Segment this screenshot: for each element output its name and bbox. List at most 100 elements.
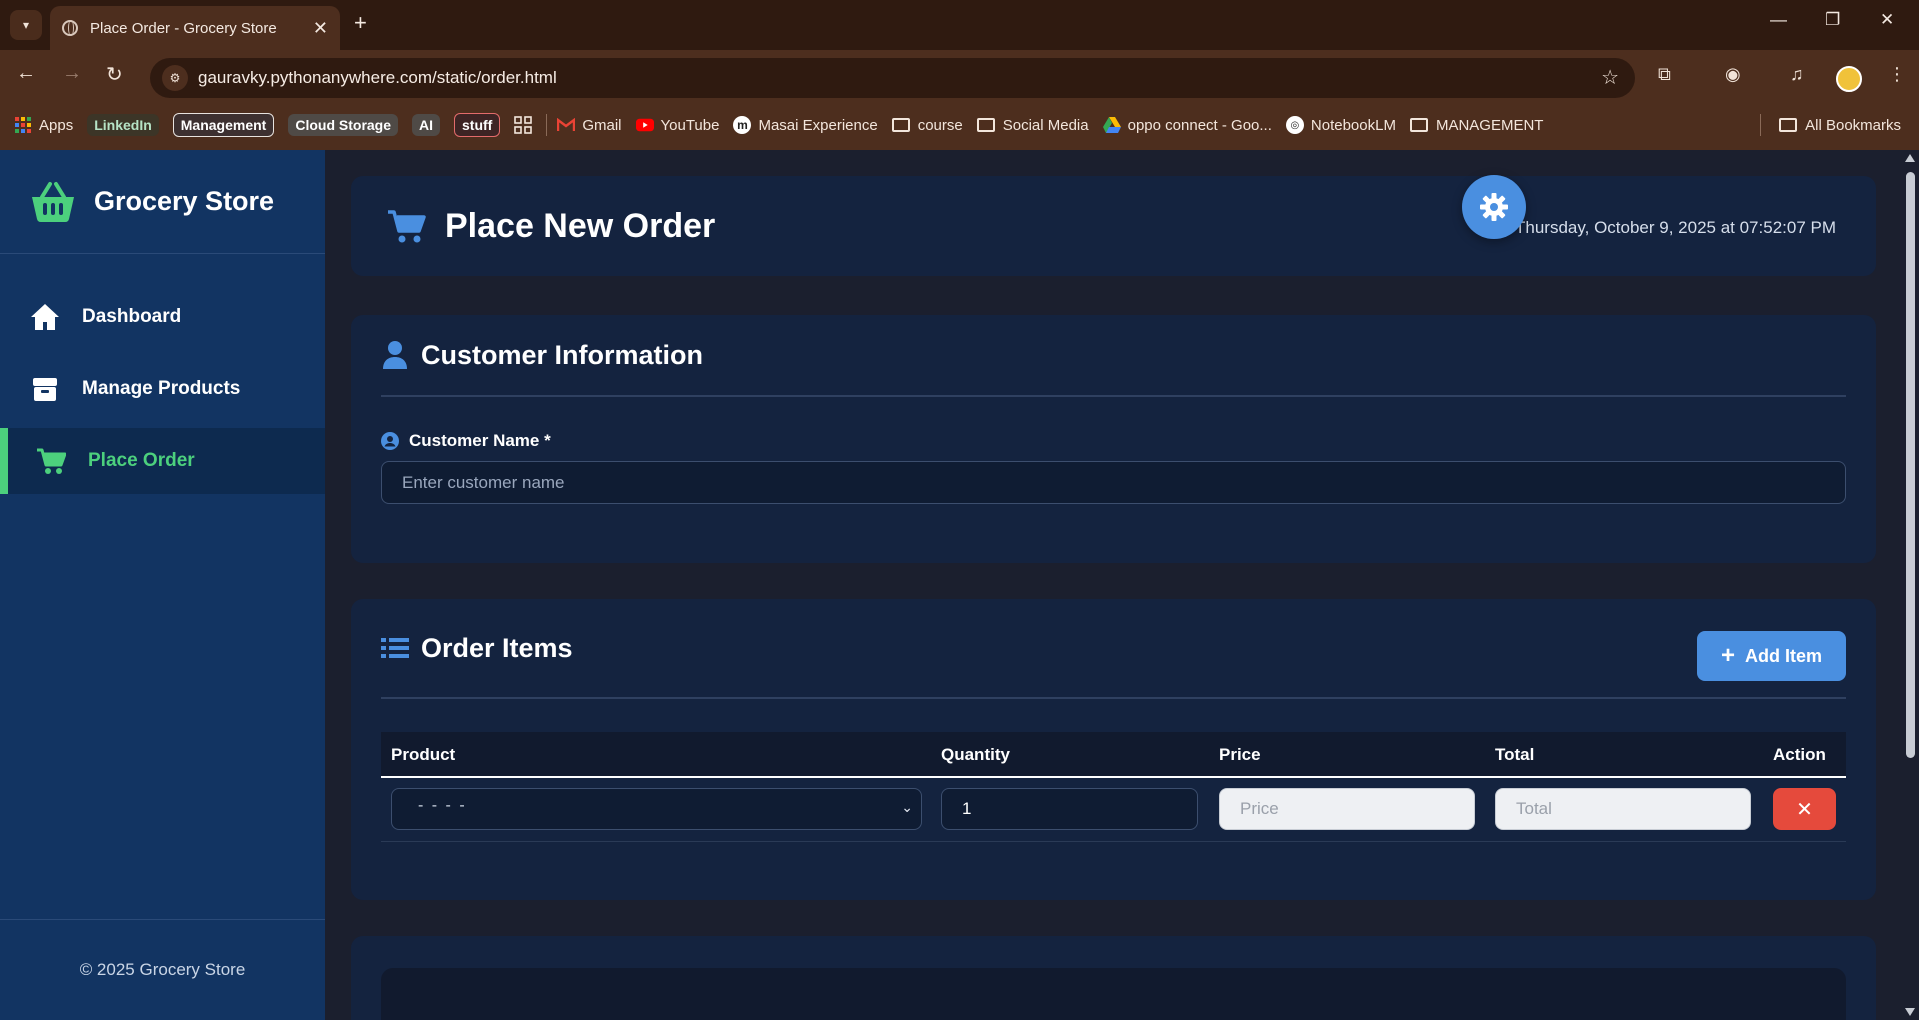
page-scrollbar[interactable] [1902,150,1919,1020]
tab-close-icon[interactable]: ✕ [313,18,328,39]
scrollbar-thumb[interactable] [1906,172,1915,758]
site-info-icon[interactable]: ⚙ [162,65,188,91]
sidebar-item-place-order[interactable]: Place Order [0,428,325,494]
bookmark-management-folder[interactable]: MANAGEMENT [1409,116,1544,134]
bookmark-label: NotebookLM [1310,116,1396,134]
app-viewport: Grocery Store Dashboard Manage Products … [0,150,1919,1020]
profile-avatar[interactable] [1836,66,1862,92]
bookmark-notebooklm[interactable]: ◎ NotebookLM [1285,116,1396,134]
sidebar-item-dashboard[interactable]: Dashboard [0,284,325,350]
bookmark-course[interactable]: course [891,116,963,134]
bookmark-label: Cloud Storage [288,114,399,136]
browser-tab-active[interactable]: Place Order - Grocery Store ✕ [50,6,340,50]
page-title: Place New Order [445,206,716,245]
forward-icon[interactable]: → [62,62,82,85]
bookmark-management[interactable]: Management [172,113,275,137]
bookmark-stuff[interactable]: stuff [454,113,501,137]
extensions-icon[interactable]: ⧉ [1658,64,1671,85]
bookmark-label: Apps [39,116,74,134]
sidebar-nav: Dashboard Manage Products Place Order [0,284,325,494]
all-bookmarks-label: All Bookmarks [1805,116,1901,134]
browser-toolbar: ← → ↻ ⚙ gauravky.pythonanywhere.com/stat… [0,50,1919,100]
bookmark-star-icon[interactable]: ☆ [1601,65,1619,90]
address-bar[interactable]: ⚙ gauravky.pythonanywhere.com/static/ord… [150,58,1635,98]
customer-information-card: Customer Information Customer Name * [351,315,1876,563]
url-text: gauravky.pythonanywhere.com/static/order… [198,68,557,87]
bookmark-ai[interactable]: AI [412,114,441,136]
section-title: Order Items [421,632,573,663]
apps-grid-icon [14,116,32,134]
bookmark-oppo-connect[interactable]: oppo connect - Goo... [1102,116,1272,134]
section-title: Customer Information [421,339,704,370]
screenshot-icon[interactable]: ◉ [1725,64,1741,85]
order-items-section-header: Order Items [381,599,1846,699]
customer-section-header: Customer Information [381,315,1846,397]
bookmark-apps[interactable]: Apps [14,116,73,134]
bookmark-linkedin[interactable]: LinkedIn [87,114,159,136]
folder-icon [1779,118,1798,132]
browser-tab-bar: ▾ Place Order - Grocery Store ✕ + — ❐ ✕ [0,0,1919,50]
close-icon: ✕ [1796,798,1813,821]
quantity-input[interactable] [941,788,1198,830]
media-control-icon[interactable]: ♫ [1790,64,1804,85]
reload-icon[interactable]: ↻ [106,62,123,87]
bookmark-label: AI [412,114,441,136]
main-content: Place New Order Thursday, October 9, 202… [351,150,1876,1020]
bookmark-gmail[interactable]: Gmail [557,116,622,134]
globe-icon [62,20,78,36]
user-circle-icon [381,432,399,450]
all-bookmarks[interactable]: All Bookmarks [1760,114,1901,136]
bookmark-label: oppo connect - Goo... [1127,116,1272,134]
masai-icon: m [733,116,752,134]
tab-search-button[interactable]: ▾ [10,10,42,40]
customer-name-input[interactable] [381,461,1846,504]
back-icon[interactable]: ← [16,62,36,85]
close-window-button[interactable]: ✕ [1880,10,1894,30]
remove-item-button[interactable]: ✕ [1773,788,1836,830]
customer-name-label: Customer Name * [381,431,1846,451]
box-icon [33,378,57,401]
bookmark-label: stuff [454,113,501,137]
bookmark-masai[interactable]: m Masai Experience [733,116,878,134]
sidebar-item-manage-products[interactable]: Manage Products [0,356,325,422]
page-header: Place New Order Thursday, October 9, 202… [351,176,1876,276]
tab-groups-icon[interactable] [514,116,533,134]
column-header: Total [1495,745,1535,764]
bookmark-label: course [917,116,963,134]
restore-button[interactable]: ❐ [1825,10,1840,30]
minimize-button[interactable]: — [1770,10,1787,30]
bookmark-label: MANAGEMENT [1435,116,1544,134]
bookmark-social-media[interactable]: Social Media [976,116,1089,134]
bookmarks-divider [1760,114,1762,136]
new-tab-button[interactable]: + [354,10,367,36]
sidebar-footer: © 2025 Grocery Store [0,919,325,1020]
scroll-down-arrow[interactable] [1905,1008,1915,1016]
sidebar: Grocery Store Dashboard Manage Products … [0,150,325,1020]
current-datetime: Thursday, October 9, 2025 at 07:52:07 PM [1515,218,1836,237]
browser-menu-icon[interactable]: ⋮ [1888,64,1906,85]
bookmark-cloud-storage[interactable]: Cloud Storage [288,114,399,136]
order-summary-panel [381,968,1846,1020]
settings-button[interactable] [1462,175,1526,239]
bookmark-label: Social Media [1002,116,1089,134]
bookmark-youtube[interactable]: YouTube [635,116,719,134]
home-icon [31,304,59,330]
sidebar-item-label: Manage Products [82,378,241,399]
bookmark-label: LinkedIn [87,114,159,136]
brand[interactable]: Grocery Store [0,150,325,254]
table-header: Product Quantity Price Total Action [381,732,1846,778]
bookmarks-bar: Apps LinkedIn Management Cloud Storage A… [0,100,1919,150]
youtube-icon [635,116,654,134]
bookmark-label: Gmail [582,116,622,134]
price-field[interactable] [1219,788,1475,830]
table-row: - - - - ⌄ ✕ [381,778,1846,842]
scroll-up-arrow[interactable] [1905,154,1915,162]
bookmark-label: Management [172,113,275,137]
add-item-button[interactable]: + Add Item [1697,631,1846,681]
total-field[interactable] [1495,788,1751,830]
column-header: Product [391,745,456,764]
bookmarks-divider [546,114,548,136]
product-select[interactable]: - - - - ⌄ [391,788,922,830]
list-icon [381,638,409,658]
sidebar-item-label: Dashboard [82,306,182,327]
